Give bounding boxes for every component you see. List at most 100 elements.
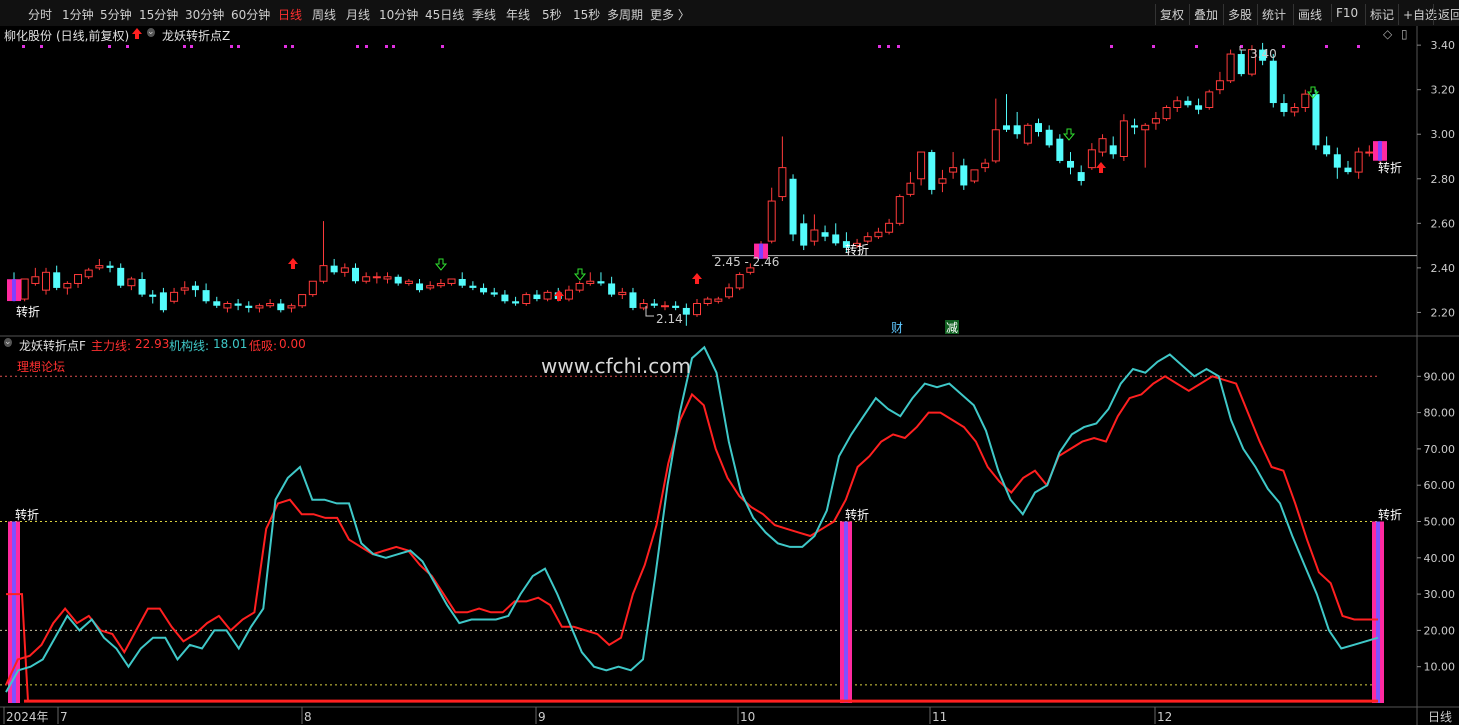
candle-body-down	[191, 285, 199, 291]
timeframe-tab-5[interactable]: 60分钟	[231, 6, 270, 23]
candle-body-up	[810, 229, 819, 242]
candle-body-up	[266, 303, 275, 307]
candle-body-down	[682, 307, 690, 315]
toolbar-button-0[interactable]: 复权	[1155, 4, 1188, 25]
timeframe-tab-8[interactable]: 月线	[346, 6, 370, 23]
candle-body-down	[1184, 100, 1192, 106]
signal-dot	[190, 45, 193, 48]
candle-body-down	[1002, 125, 1010, 130]
toolbar-button-5[interactable]: F10	[1331, 4, 1362, 22]
candle-body-down	[1312, 94, 1320, 146]
indicator-tick-label: 70.00	[1424, 443, 1456, 456]
watermark: www.cfchi.com	[541, 354, 691, 378]
time-axis-label: 12	[1157, 710, 1172, 724]
timeframe-tab-11[interactable]: 季线	[472, 6, 496, 23]
candle-body-down	[138, 279, 146, 295]
timeframe-tab-9[interactable]: 10分钟	[379, 6, 418, 23]
candle-body-down	[1013, 125, 1021, 135]
toolbar-button-2[interactable]: 多股	[1223, 4, 1256, 25]
toolbar-button-6[interactable]: 标记	[1365, 4, 1398, 25]
range-annotation: 2.45 - 2.46	[714, 255, 779, 269]
price-tick-label: 2.80	[1431, 173, 1456, 186]
candle-body-up	[1290, 107, 1299, 113]
candle-body-up	[447, 278, 456, 284]
candle-body-up	[586, 280, 595, 284]
candle-body-down	[608, 283, 616, 295]
candle-body-up	[1301, 93, 1310, 108]
timeframe-tab-0[interactable]: 分时	[28, 6, 52, 23]
signal-dot	[230, 45, 233, 48]
toolbar-button-1[interactable]: 叠加	[1189, 4, 1222, 25]
candle-body-down	[159, 292, 167, 311]
signal-dot	[40, 45, 43, 48]
candle-body-down	[1045, 129, 1053, 146]
candle-body-down	[629, 292, 637, 308]
candle-body-up	[383, 276, 392, 280]
candle-body-up	[308, 280, 317, 296]
candle-body-up	[906, 182, 915, 195]
chart-area: 3.403.203.002.802.602.402.20转折转折转折2.142.…	[0, 26, 1459, 725]
signal-dot	[878, 45, 881, 48]
timeframe-tab-13[interactable]: 5秒	[542, 6, 562, 23]
candle-body-down	[1280, 103, 1288, 112]
candle-body-up	[84, 269, 93, 278]
signal-dot	[385, 45, 388, 48]
indicator-tick-label: 40.00	[1424, 552, 1456, 565]
candle-body-up	[319, 265, 328, 282]
candle-body-up	[1087, 149, 1096, 169]
toolbar-button-8[interactable]: 返回	[1433, 4, 1459, 25]
timeframe-tab-14[interactable]: 15秒	[573, 6, 600, 23]
period-label: 日线	[1428, 710, 1452, 724]
timeframe-tab-15[interactable]: 多周期	[607, 6, 643, 23]
candle-body-down	[1077, 172, 1085, 181]
toolbar-button-4[interactable]: 画线	[1293, 4, 1326, 25]
price-tick-label: 3.00	[1431, 128, 1456, 141]
timeframe-tab-16[interactable]: 更多 〉	[650, 6, 690, 23]
timeframe-tab-6[interactable]: 日线	[278, 6, 302, 23]
candle-body-up	[1226, 53, 1235, 82]
timeframe-tab-1[interactable]: 1分钟	[62, 6, 94, 23]
candle-body-down	[1067, 160, 1075, 168]
candle-body-up	[1205, 91, 1214, 108]
candle-body-up	[949, 167, 958, 173]
signal-dot	[183, 45, 186, 48]
candle-body-down	[53, 272, 61, 288]
event-cai: 财	[891, 321, 903, 335]
candle-body-down	[213, 301, 221, 306]
candle-body-up	[426, 285, 435, 289]
turn-label-main-2: 转折	[845, 242, 869, 257]
candle-body-down	[821, 232, 829, 237]
candle-body-down	[480, 287, 488, 293]
time-axis-label: 10	[740, 710, 755, 724]
candle-body-up	[522, 294, 531, 305]
signal-dot	[1282, 45, 1285, 48]
indicator-tick-label: 50.00	[1424, 516, 1456, 529]
candle-body-up	[127, 278, 136, 287]
turn-bar-2-core	[844, 521, 848, 703]
candle-body-up	[95, 265, 104, 269]
candle-body-up	[404, 280, 413, 284]
candle-body-down	[469, 285, 477, 288]
forum-label: 理想论坛	[17, 360, 66, 374]
panel-toggle-icon: ▯	[1401, 27, 1408, 41]
timeframe-tab-10[interactable]: 45日线	[425, 6, 464, 23]
timeframe-tab-2[interactable]: 5分钟	[100, 6, 132, 23]
candle-body-down	[394, 276, 402, 284]
candle-body-up	[778, 167, 787, 198]
signal-dot	[1325, 45, 1328, 48]
indicator-tick-label: 30.00	[1424, 588, 1456, 601]
timeframe-tab-12[interactable]: 年线	[506, 6, 530, 23]
candle-body-up	[63, 282, 72, 289]
candle-body-down	[458, 279, 466, 286]
turn-label-main-3: 转折	[1378, 160, 1402, 175]
toolbar-button-3[interactable]: 统计	[1257, 4, 1290, 25]
timeframe-tab-7[interactable]: 周线	[312, 6, 336, 23]
signal-dot	[1357, 45, 1360, 48]
toolbar: 分时 1分钟 5分钟 15分钟 30分钟 60分钟 日线 周线 月线 10分钟 45日线 季线 年线 5秒…	[0, 0, 1459, 27]
signal-dot	[108, 45, 111, 48]
candle-body-up	[436, 282, 445, 287]
timeframe-tab-4[interactable]: 30分钟	[185, 6, 224, 23]
main-line-value: 22.93	[135, 337, 170, 351]
low-suck-label: 低吸:	[249, 339, 278, 353]
timeframe-tab-3[interactable]: 15分钟	[139, 6, 178, 23]
